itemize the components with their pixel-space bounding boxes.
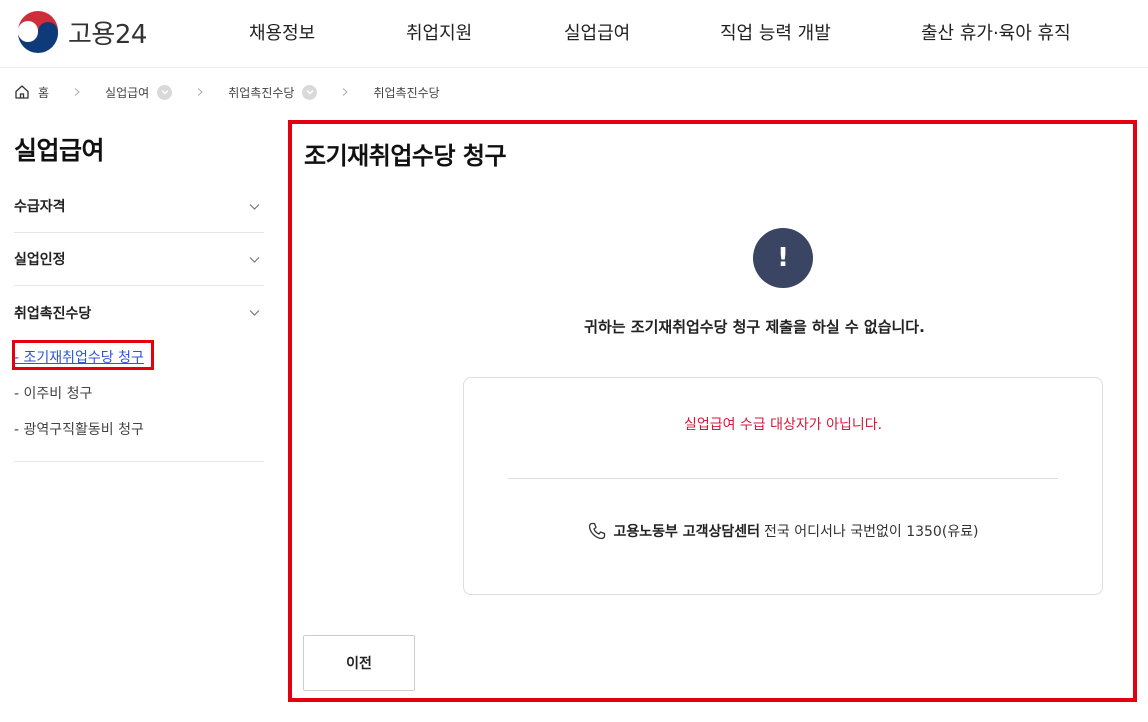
header: 고용24 채용정보 취업지원 실업급여 직업 능력 개발 출산 휴가·육아 휴직 (0, 0, 1148, 68)
breadcrumb-level2[interactable]: 취업촉진수당 (228, 84, 294, 101)
breadcrumb: 홈 실업급여 취업촉진수당 취업촉진수당 (14, 81, 440, 103)
info-box: 실업급여 수급 대상자가 아닙니다. 고용노동부 고객상담센터 전국 어디서나 … (463, 377, 1103, 595)
ineligible-reason: 실업급여 수급 대상자가 아닙니다. (683, 417, 883, 433)
breadcrumb-home-label: 홈 (38, 85, 50, 100)
breadcrumb-level3: 취업촉진수당 (373, 85, 440, 100)
sidebar-sub-item-label: - 이주비 청구 (14, 386, 93, 402)
nav-item-maternity-leave[interactable]: 출산 휴가·육아 휴직 (921, 19, 1071, 45)
sidebar-title: 실업급여 (14, 136, 105, 165)
site-logo[interactable]: 고용24 (16, 10, 147, 54)
sidebar-item-unemployment-recognition[interactable]: 실업인정 (14, 233, 264, 286)
call-center-number: 전국 어디서나 국번없이 1350(유료) (764, 524, 979, 540)
nav-item-vocational-training[interactable]: 직업 능력 개발 (720, 19, 831, 45)
chevron-down-icon (306, 90, 314, 95)
chevron-right-icon (74, 88, 80, 96)
sidebar-sub-item-label: - 광역구직활동비 청구 (14, 422, 144, 438)
chevron-down-icon (161, 90, 169, 95)
nav-item-jobs[interactable]: 채용정보 (249, 19, 315, 45)
nav-item-unemployment-benefit[interactable]: 실업급여 (564, 19, 630, 45)
call-center-name: 고용노동부 고객상담센터 (613, 524, 761, 540)
highlight-box (12, 340, 154, 370)
logo-text: 고용24 (68, 19, 147, 50)
prev-button[interactable]: 이전 (303, 635, 415, 691)
breadcrumb-level2-dropdown[interactable] (302, 84, 318, 100)
sidebar-sub-item-job-search-expense[interactable]: - 광역구직활동비 청구 (14, 411, 264, 447)
chevron-right-icon (343, 88, 349, 96)
chevron-right-icon (197, 88, 203, 96)
sidebar-sub-item-early-reemployment[interactable]: - 조기재취업수당 청구 (12, 339, 264, 375)
sidebar-item-label: 실업인정 (14, 252, 66, 268)
breadcrumb-level1[interactable]: 실업급여 (105, 84, 149, 101)
nav-item-employment-support[interactable]: 취업지원 (406, 19, 472, 45)
sidebar-menu: 수급자격 실업인정 취업촉진수당 - 조기재취업수당 청구 - 이주비 청구 -… (12, 180, 264, 462)
breadcrumb-home[interactable]: 홈 (14, 84, 49, 101)
sidebar-item-label: 취업촉진수당 (14, 305, 92, 322)
breadcrumb-level1-dropdown[interactable] (157, 84, 173, 100)
sidebar-item-employment-promotion[interactable]: 취업촉진수당 (14, 286, 264, 339)
page-title: 조기재취업수당 청구 (304, 142, 507, 170)
sidebar-sub-item-relocation[interactable]: - 이주비 청구 (14, 375, 264, 411)
sidebar-item-label: 수급자격 (14, 199, 66, 215)
sidebar-sub-list: - 조기재취업수당 청구 - 이주비 청구 - 광역구직활동비 청구 (12, 339, 264, 462)
logo-mark-icon (17, 11, 59, 53)
chevron-down-icon (249, 204, 260, 210)
main-content: 조기재취업수당 청구 ! 귀하는 조기재취업수당 청구 제출을 하실 수 없습니… (288, 120, 1137, 702)
phone-icon (589, 522, 606, 540)
alert-message: 귀하는 조기재취업수당 청구 제출을 하실 수 없습니다. (584, 318, 925, 336)
home-icon (15, 85, 29, 99)
chevron-down-icon (249, 257, 260, 263)
chevron-down-icon (249, 310, 260, 316)
alert-icon: ! (753, 228, 813, 288)
sidebar-item-eligibility[interactable]: 수급자격 (14, 180, 264, 233)
divider (508, 478, 1058, 479)
call-center-info: 고용노동부 고객상담센터 전국 어디서나 국번없이 1350(유료) (464, 521, 1102, 541)
